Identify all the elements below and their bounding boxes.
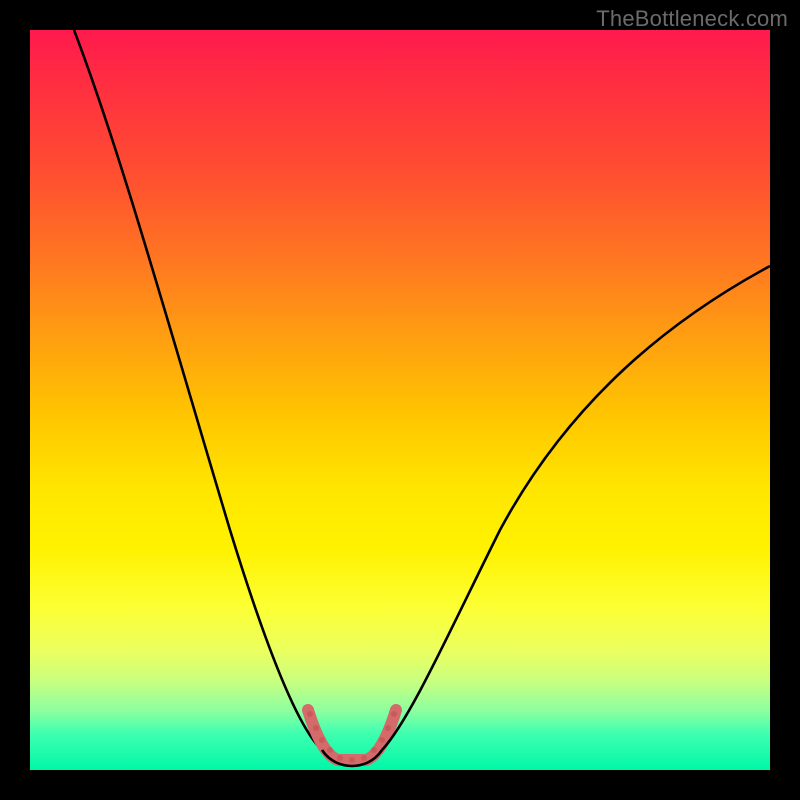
plot-area [30,30,770,770]
curve-right-arm [382,266,770,750]
curve-left-arm [74,30,322,750]
curve-valley-floor [308,710,396,760]
chart-frame: TheBottleneck.com [0,0,800,800]
watermark-text: TheBottleneck.com [596,6,788,32]
curve-layer [30,30,770,770]
